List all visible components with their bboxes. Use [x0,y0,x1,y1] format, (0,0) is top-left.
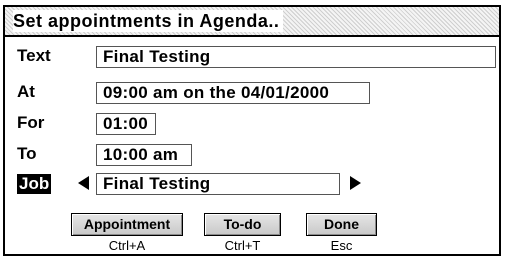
set-appointments-dialog: Set appointments in Agenda.. Text Final … [3,5,501,256]
dialog-title: Set appointments in Agenda.. [13,10,284,32]
todo-button[interactable]: To-do [204,213,281,236]
to-field[interactable]: 10:00 am [96,144,192,166]
appointment-button[interactable]: Appointment [71,213,183,236]
right-triangle-arrow-icon[interactable] [350,176,361,190]
at-field[interactable]: 09:00 am on the 04/01/2000 [96,82,370,104]
appointment-shortcut: Ctrl+A [108,238,146,253]
done-button[interactable]: Done [306,213,377,236]
job-selector[interactable]: Final Testing [96,173,340,195]
text-field[interactable]: Final Testing [96,46,496,68]
to-label: To [17,144,37,163]
for-label: For [17,113,45,132]
done-shortcut: Esc [330,238,353,253]
left-triangle-arrow-icon[interactable] [78,176,89,190]
text-label: Text [17,46,51,65]
todo-shortcut: Ctrl+T [224,238,261,253]
at-label: At [17,82,35,101]
for-field[interactable]: 01:00 [96,113,156,135]
dialog-titlebar: Set appointments in Agenda.. [5,7,499,37]
job-label: Job [17,174,52,194]
